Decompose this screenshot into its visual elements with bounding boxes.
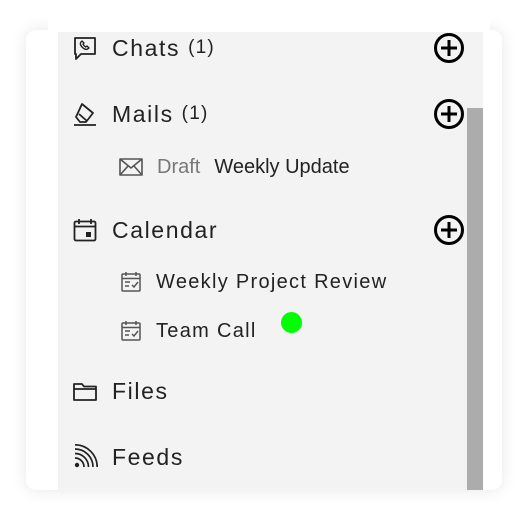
calendar-icon: [72, 217, 98, 243]
plus-circle-icon: [433, 98, 465, 130]
calendar-check-icon: [118, 269, 144, 295]
chats-count: (1): [188, 37, 215, 58]
calendar-item[interactable]: Weekly Project Review: [118, 269, 387, 295]
add-mail-button[interactable]: [433, 98, 465, 130]
calendar-label: Calendar: [112, 216, 219, 243]
calendar-item[interactable]: Team Call: [118, 318, 257, 344]
rss-icon: [72, 444, 98, 470]
eraser-icon: [72, 101, 98, 127]
envelope-icon: [118, 154, 144, 180]
scrollbar-thumb[interactable]: [467, 108, 483, 490]
chats-label: Chats: [112, 34, 181, 61]
online-status-dot: [281, 312, 302, 333]
mail-subject: Weekly Update: [214, 155, 350, 178]
mails-count: (1): [181, 103, 209, 124]
calendar-check-icon: [118, 318, 144, 344]
card-header-strip: [48, 14, 490, 32]
plus-circle-icon: [433, 32, 465, 64]
calendar-item-label: Team Call: [156, 319, 257, 342]
add-chat-button[interactable]: [433, 32, 465, 64]
files-label: Files: [112, 377, 169, 404]
draft-tag: Draft: [157, 155, 201, 178]
calendar-item-label: Weekly Project Review: [156, 270, 388, 293]
section-files[interactable]: Files: [72, 376, 472, 406]
section-chats[interactable]: Chats (1): [72, 33, 472, 63]
phone-chat-icon: [72, 35, 98, 61]
add-event-button[interactable]: [433, 214, 465, 246]
folder-icon: [72, 378, 98, 404]
mails-label: Mails: [112, 100, 174, 127]
plus-circle-icon: [433, 214, 465, 246]
feeds-label: Feeds: [112, 443, 184, 470]
section-calendar[interactable]: Calendar: [72, 215, 472, 245]
mail-item[interactable]: Draft Weekly Update: [118, 154, 350, 180]
section-feeds[interactable]: Feeds: [72, 442, 472, 472]
section-mails[interactable]: Mails (1): [72, 99, 472, 129]
